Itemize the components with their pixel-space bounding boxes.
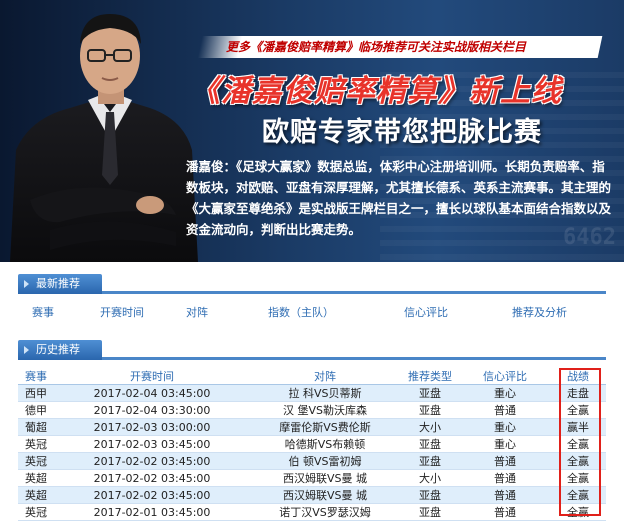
banner-subtitle: 欧赔专家带您把脉比赛 bbox=[262, 117, 542, 148]
cell-match[interactable]: 西汉姆联VS曼 城 bbox=[250, 486, 400, 504]
latest-header-row: 赛事 开赛时间 对阵 指数（主队） 信心评比 推荐及分析 bbox=[18, 302, 606, 320]
table-row[interactable]: 英超 2017-02-02 03:45:00 西汉姆联VS曼 城 亚盘 普通 全… bbox=[18, 486, 606, 504]
cell-confidence: 重心 bbox=[460, 435, 550, 453]
banner-title: 《潘嘉俊赔率精算》新上线 bbox=[190, 74, 562, 109]
table-row[interactable]: 英冠 2017-02-03 03:45:00 哈德斯VS布赖顿 亚盘 重心 全赢 bbox=[18, 435, 606, 453]
cell-time: 2017-02-02 03:45:00 bbox=[54, 469, 250, 487]
cell-time: 2017-02-02 03:45:00 bbox=[54, 452, 250, 470]
cell-match[interactable]: 伯 顿VS雷初姆 bbox=[250, 452, 400, 470]
history-col-match: 对阵 bbox=[250, 368, 400, 385]
history-header-row: 赛事 开赛时间 对阵 推荐类型 信心评比 战绩 bbox=[18, 368, 606, 385]
latest-col-match: 对阵 bbox=[186, 306, 208, 319]
cell-type: 亚盘 bbox=[400, 486, 460, 504]
history-col-confidence: 信心评比 bbox=[460, 368, 550, 385]
cell-type: 亚盘 bbox=[400, 384, 460, 402]
cell-type: 大小 bbox=[400, 418, 460, 436]
cell-time: 2017-02-02 03:45:00 bbox=[54, 486, 250, 504]
cell-match[interactable]: 汉 堡VS勒沃库森 bbox=[250, 401, 400, 419]
history-table: 赛事 开赛时间 对阵 推荐类型 信心评比 战绩 西甲 2017-02-04 03… bbox=[18, 368, 606, 521]
latest-col-index: 指数（主队） bbox=[268, 306, 334, 319]
history-col-type: 推荐类型 bbox=[400, 368, 460, 385]
table-row[interactable]: 葡超 2017-02-03 03:00:00 摩雷伦斯VS费伦斯 大小 重心 赢… bbox=[18, 418, 606, 436]
latest-col-league: 赛事 bbox=[32, 306, 54, 319]
table-row[interactable]: 西甲 2017-02-04 03:45:00 拉 科VS贝蒂斯 亚盘 重心 走盘 bbox=[18, 384, 606, 402]
cell-type: 亚盘 bbox=[400, 435, 460, 453]
cell-confidence: 重心 bbox=[460, 384, 550, 402]
table-row[interactable]: 英冠 2017-02-01 03:45:00 诺丁汉VS罗瑟汉姆 亚盘 普通 全… bbox=[18, 503, 606, 521]
cell-match[interactable]: 诺丁汉VS罗瑟汉姆 bbox=[250, 503, 400, 521]
cell-time: 2017-02-03 03:00:00 bbox=[54, 418, 250, 436]
history-col-league: 赛事 bbox=[18, 368, 54, 385]
tab-latest-recommend[interactable]: 最新推荐 bbox=[18, 274, 102, 294]
cell-confidence: 普通 bbox=[460, 486, 550, 504]
banner-description: 潘嘉俊：《足球大赢家》数据总监，体彩中心注册培训师。长期负责赔率、指数板块，对欧… bbox=[186, 159, 612, 237]
history-section-bar: 历史推荐 bbox=[18, 340, 606, 360]
cell-match[interactable]: 摩雷伦斯VS费伦斯 bbox=[250, 418, 400, 436]
latest-section-bar: 最新推荐 bbox=[18, 274, 606, 294]
cell-time: 2017-02-01 03:45:00 bbox=[54, 503, 250, 521]
latest-col-confidence: 信心评比 bbox=[404, 306, 448, 319]
cell-type: 亚盘 bbox=[400, 401, 460, 419]
cell-match[interactable]: 哈德斯VS布赖顿 bbox=[250, 435, 400, 453]
table-row[interactable]: 英超 2017-02-02 03:45:00 西汉姆联VS曼 城 大小 普通 全… bbox=[18, 469, 606, 487]
cell-league: 英冠 bbox=[18, 435, 54, 453]
cell-league: 英冠 bbox=[18, 503, 54, 521]
cell-league: 英超 bbox=[18, 469, 54, 487]
cell-type: 大小 bbox=[400, 469, 460, 487]
cell-time: 2017-02-03 03:45:00 bbox=[54, 435, 250, 453]
cell-confidence: 普通 bbox=[460, 401, 550, 419]
cell-confidence: 普通 bbox=[460, 469, 550, 487]
cell-time: 2017-02-04 03:45:00 bbox=[54, 384, 250, 402]
cell-confidence: 普通 bbox=[460, 452, 550, 470]
latest-col-analysis: 推荐及分析 bbox=[512, 306, 567, 319]
cell-match[interactable]: 拉 科VS贝蒂斯 bbox=[250, 384, 400, 402]
cell-match[interactable]: 西汉姆联VS曼 城 bbox=[250, 469, 400, 487]
cell-league: 德甲 bbox=[18, 401, 54, 419]
cell-league: 英冠 bbox=[18, 452, 54, 470]
latest-col-time: 开赛时间 bbox=[100, 306, 144, 319]
tab-history-recommend[interactable]: 历史推荐 bbox=[18, 340, 102, 360]
expert-portrait bbox=[10, 14, 198, 262]
promo-banner[interactable]: 6462 更多《潘嘉俊赔率精算》临场推荐可关注实战版相关栏目 《潘嘉俊赔率精算》… bbox=[0, 0, 624, 262]
cell-league: 葡超 bbox=[18, 418, 54, 436]
table-row[interactable]: 英冠 2017-02-02 03:45:00 伯 顿VS雷初姆 亚盘 普通 全赢 bbox=[18, 452, 606, 470]
cell-confidence: 重心 bbox=[460, 418, 550, 436]
history-col-time: 开赛时间 bbox=[54, 368, 250, 385]
banner-top-strip-text: 更多《潘嘉俊赔率精算》临场推荐可关注实战版相关栏目 bbox=[226, 40, 527, 54]
result-column-highlight bbox=[559, 368, 601, 516]
cell-league: 西甲 bbox=[18, 384, 54, 402]
table-row[interactable]: 德甲 2017-02-04 03:30:00 汉 堡VS勒沃库森 亚盘 普通 全… bbox=[18, 401, 606, 419]
cell-confidence: 普通 bbox=[460, 503, 550, 521]
cell-time: 2017-02-04 03:30:00 bbox=[54, 401, 250, 419]
cell-league: 英超 bbox=[18, 486, 54, 504]
cell-type: 亚盘 bbox=[400, 452, 460, 470]
cell-type: 亚盘 bbox=[400, 503, 460, 521]
